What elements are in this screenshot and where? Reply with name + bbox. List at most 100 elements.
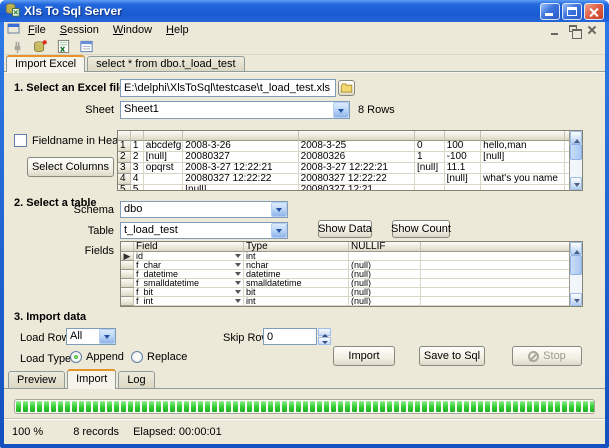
grid-cell[interactable]: 2 [118, 152, 131, 163]
field-dropdown-icon[interactable] [235, 252, 241, 261]
grid-cell[interactable]: ... [144, 185, 183, 190]
tab-import[interactable]: Import [67, 369, 116, 389]
grid-cell[interactable]: int [244, 252, 349, 261]
radio-selected-icon[interactable] [70, 351, 82, 363]
grid-cell[interactable]: f_smalldatetime [134, 279, 244, 288]
scrollbar-thumb[interactable] [570, 255, 582, 275]
grid-cell[interactable]: hello,man [481, 141, 565, 152]
row-selector-cell[interactable] [121, 270, 134, 279]
scroll-up-icon[interactable] [570, 242, 582, 255]
grid-cell[interactable]: f_datetime [134, 270, 244, 279]
table-combo[interactable]: t_load_test [120, 222, 288, 239]
grid-cell[interactable]: 4 [131, 174, 144, 185]
grid-row[interactable]: f_smalldatetimesmalldatetime(null) [121, 279, 569, 288]
checkbox-box[interactable] [14, 134, 27, 147]
grid-cell[interactable]: [null] [445, 174, 482, 185]
field-dropdown-icon[interactable] [235, 261, 241, 270]
menu-file[interactable]: File [22, 23, 52, 37]
scroll-down-icon[interactable] [570, 177, 582, 190]
append-radio[interactable]: Append [70, 351, 124, 363]
tab-preview[interactable]: Preview [8, 371, 65, 388]
child-window-icon[interactable] [7, 22, 20, 38]
skip-rows-stepper[interactable] [318, 328, 331, 345]
scrollbar-thumb[interactable] [570, 144, 582, 160]
grid-cell[interactable]: 100 [445, 141, 482, 152]
grid-cell[interactable]: (null) [349, 279, 421, 288]
grid-cell[interactable]: 20080326 [299, 152, 415, 163]
grid-cell[interactable]: 2 [131, 152, 144, 163]
fields-grid-scrollbar[interactable] [569, 242, 582, 306]
grid-cell[interactable]: nchar [244, 261, 349, 270]
grid-cell[interactable]: smalldatetime [244, 279, 349, 288]
load-rows-combo[interactable]: All [66, 328, 116, 345]
grid-row[interactable]: 33opqrst2008-3-27 12:22:212008-3-27 12:2… [118, 163, 569, 174]
grid-cell[interactable]: f_bit [134, 288, 244, 297]
menu-session[interactable]: Session [54, 23, 105, 37]
grid-row[interactable]: f_charnchar(null) [121, 261, 569, 270]
menu-window[interactable]: Window [107, 23, 158, 37]
child-restore-button[interactable] [567, 24, 582, 37]
maximize-button[interactable] [562, 3, 582, 20]
grid-cell[interactable]: 0 [415, 141, 445, 152]
grid-cell[interactable]: 20080327 12:22:22 [183, 174, 298, 185]
grid-cell[interactable]: 3 [131, 163, 144, 174]
grid-cell[interactable]: 20080327 [183, 152, 298, 163]
connect-icon[interactable] [8, 38, 26, 54]
grid-row[interactable]: f_bitbit(null) [121, 288, 569, 297]
tab-select-query[interactable]: select * from dbo.t_load_test [87, 56, 244, 71]
show-count-button[interactable]: Show Count [392, 220, 450, 238]
grid-cell[interactable] [415, 185, 445, 190]
excel-file-icon[interactable] [54, 38, 72, 54]
grid-cell[interactable]: [null] [415, 163, 445, 174]
grid-row[interactable]: 44 20080327 12:22:2220080327 12:22:22 [nul… [118, 174, 569, 185]
field-dropdown-icon[interactable] [235, 288, 241, 297]
grid-cell[interactable]: [null] [481, 152, 565, 163]
grid-cell[interactable]: 2008-3-26 [183, 141, 298, 152]
grid-cell[interactable]: 5 [131, 185, 144, 190]
grid-cell[interactable]: (null) [349, 270, 421, 279]
show-data-button[interactable]: Show Data [318, 220, 372, 238]
grid-cell[interactable]: f_char [134, 261, 244, 270]
grid-cell[interactable]: 5 [118, 185, 131, 190]
minimize-button[interactable] [540, 3, 560, 20]
grid-cell[interactable]: 20080327 12:22:22 [299, 174, 415, 185]
grid-cell[interactable]: id [134, 252, 244, 261]
grid-cell[interactable]: 2008-3-27 12:22:21 [299, 163, 415, 174]
grid-cell[interactable] [481, 163, 565, 174]
grid-row[interactable]: 11abcdefg2008-3-262008-3-250100hello,man [118, 141, 569, 152]
scroll-down-icon[interactable] [570, 293, 582, 306]
sheet-combo[interactable]: Sheet1 [120, 101, 350, 119]
grid-row[interactable]: f_datetimedatetime(null) [121, 270, 569, 279]
close-button[interactable] [584, 3, 604, 20]
grid-cell[interactable]: bit [244, 288, 349, 297]
grid-cell[interactable]: -100 [445, 152, 482, 163]
save-to-sql-button[interactable]: Save to Sql [419, 346, 485, 366]
grid-cell[interactable]: [null] [144, 152, 183, 163]
grid-cell[interactable]: 2008-3-27 12:22:21 [183, 163, 298, 174]
row-selector-cell[interactable] [121, 288, 134, 297]
grid-cell[interactable] [481, 185, 565, 190]
grid-cell[interactable] [445, 185, 482, 190]
grid-cell[interactable] [144, 174, 183, 185]
import-button[interactable]: Import [333, 346, 395, 366]
scroll-up-icon[interactable] [570, 131, 582, 144]
radio-unselected-icon[interactable] [131, 351, 143, 363]
field-dropdown-icon[interactable] [235, 279, 241, 288]
field-dropdown-icon[interactable] [235, 270, 241, 279]
row-selector-cell[interactable] [121, 242, 134, 252]
chevron-down-icon[interactable] [99, 329, 115, 344]
grid-cell[interactable] [349, 252, 421, 261]
replace-radio[interactable]: Replace [131, 351, 187, 363]
tab-import-excel[interactable]: Import Excel [6, 55, 85, 72]
preview-grid-scrollbar[interactable] [569, 131, 582, 190]
grid-cell[interactable]: [null] [183, 185, 298, 190]
sql-query-icon[interactable] [77, 38, 95, 54]
row-selector-cell[interactable] [121, 297, 134, 306]
grid-cell[interactable]: (null) [349, 288, 421, 297]
grid-row[interactable]: 22[null]20080327200803261-100[null] [118, 152, 569, 163]
skip-rows-input[interactable] [263, 328, 317, 345]
grid-cell[interactable]: 4 [118, 174, 131, 185]
grid-row[interactable]: f_intint(null) [121, 297, 569, 306]
grid-cell[interactable]: what's you name [481, 174, 565, 185]
spin-down-icon[interactable] [318, 337, 331, 345]
